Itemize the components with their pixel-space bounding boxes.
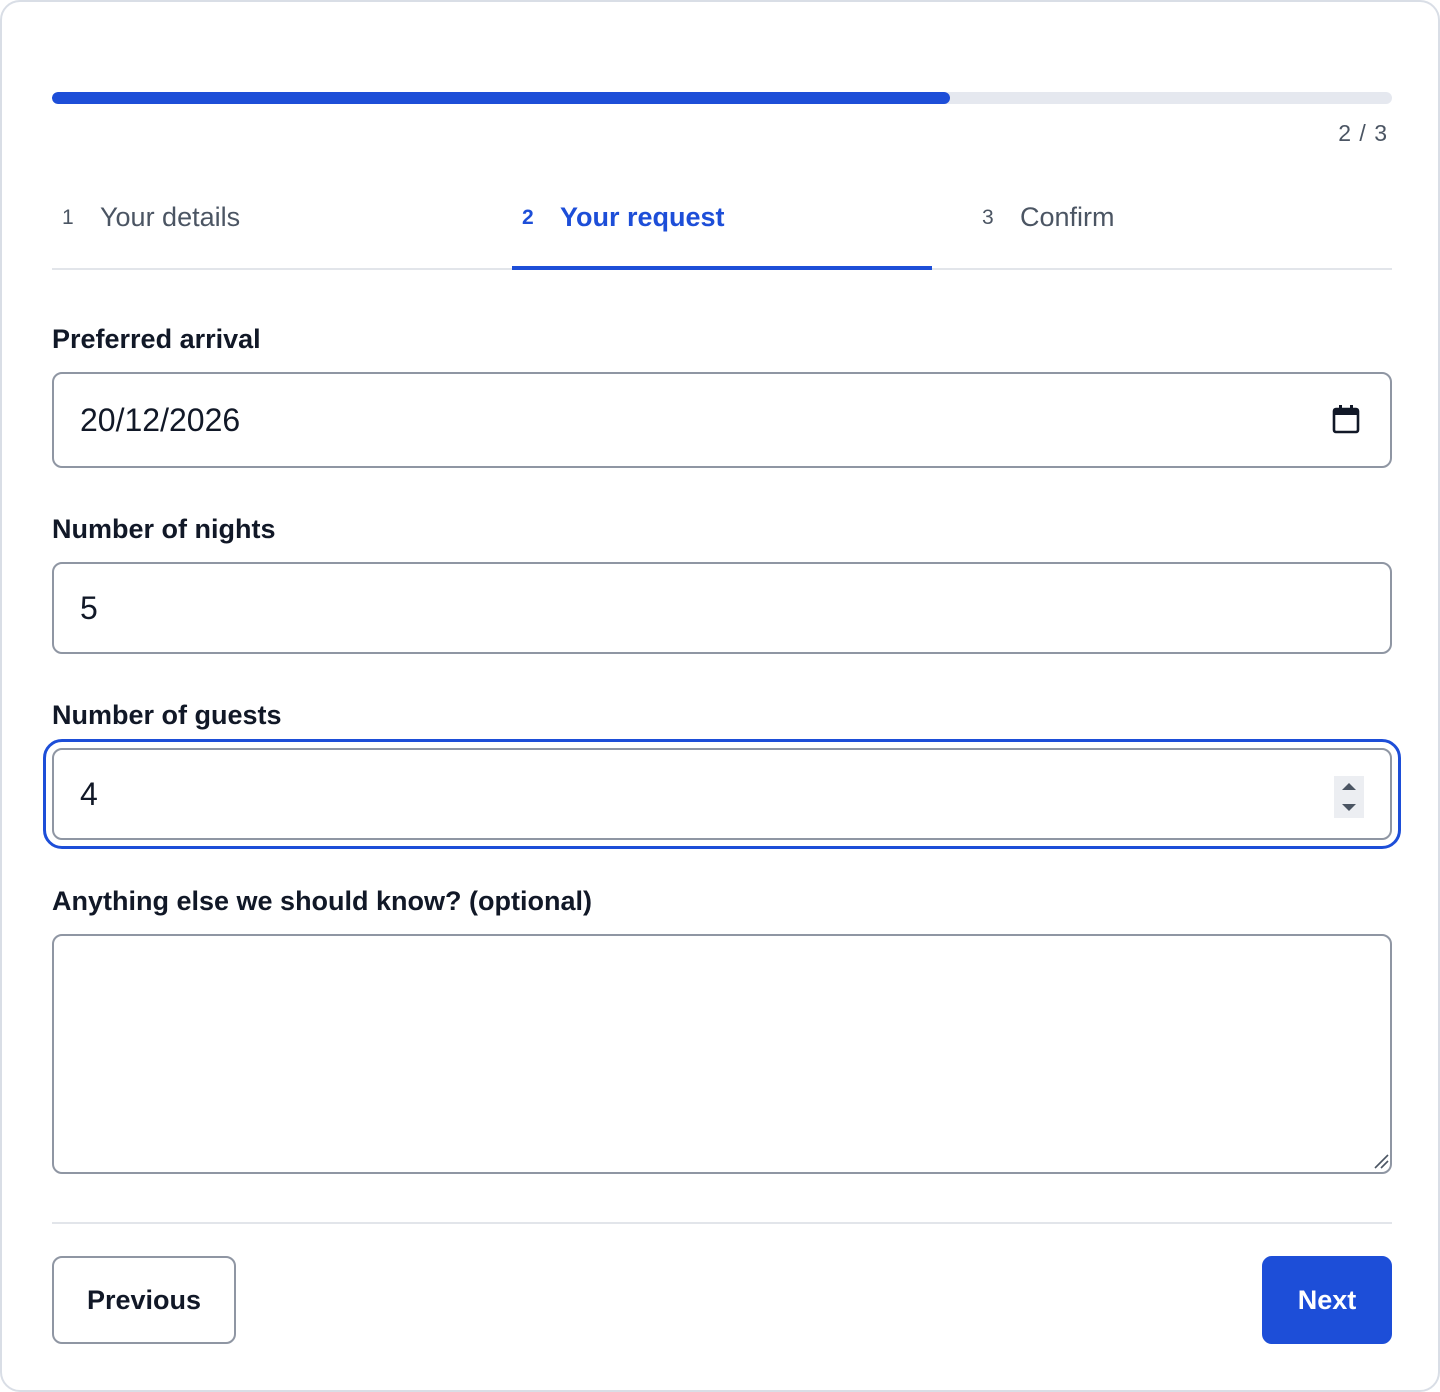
arrival-label: Preferred arrival (52, 324, 261, 354)
calendar-icon[interactable] (1332, 404, 1360, 434)
step-label: Your details (100, 202, 241, 232)
spinner-icon[interactable] (1334, 776, 1364, 818)
booking-form-card: 2 / 3 1 Your details 2 Your request 3 Co… (0, 0, 1440, 1392)
notes-label: Anything else we should know? (optional) (52, 886, 592, 916)
step-number: 3 (982, 206, 994, 229)
notes-textarea[interactable] (52, 934, 1392, 1174)
step-label: Confirm (1020, 202, 1115, 232)
nights-label: Number of nights (52, 514, 276, 544)
spinner-up-icon[interactable] (1342, 783, 1356, 790)
arrival-date-value: 20/12/2026 (80, 401, 241, 438)
step-number: 2 (522, 206, 534, 229)
step-your-request[interactable]: 2 Your request (512, 192, 932, 270)
spinner-down-icon[interactable] (1342, 804, 1356, 811)
step-label: Your request (560, 202, 725, 232)
previous-button[interactable]: Previous (52, 1256, 236, 1344)
progress-count: 2 / 3 (1338, 120, 1388, 146)
actions-divider (52, 1222, 1392, 1224)
guests-value: 4 (80, 775, 98, 812)
step-confirm[interactable]: 3 Confirm (972, 192, 1392, 268)
nights-input[interactable]: 5 (52, 562, 1392, 654)
step-your-details[interactable]: 1 Your details (52, 192, 472, 268)
guests-label: Number of guests (52, 700, 282, 730)
guests-input[interactable]: 4 (43, 739, 1401, 849)
progress-bar (52, 92, 1392, 104)
step-tabs: 1 Your details 2 Your request 3 Confirm (52, 192, 1392, 270)
nights-value: 5 (80, 589, 98, 626)
arrival-date-input[interactable]: 20/12/2026 (52, 372, 1392, 468)
step-number: 1 (62, 206, 74, 229)
next-button[interactable]: Next (1262, 1256, 1392, 1344)
progress-bar-fill (52, 92, 950, 104)
resize-grip-icon[interactable] (1372, 1152, 1390, 1170)
